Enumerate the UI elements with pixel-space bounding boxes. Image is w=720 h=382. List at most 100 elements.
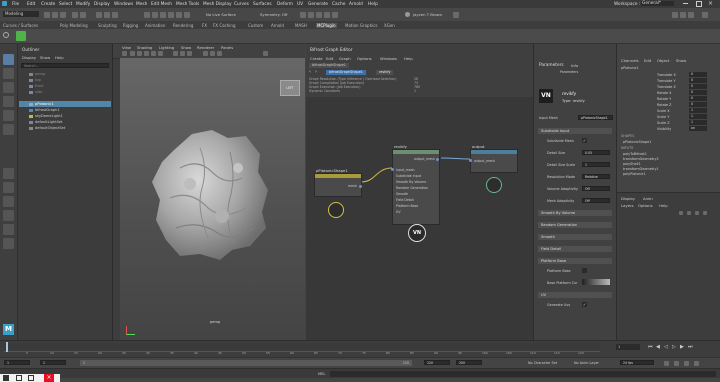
wireframe-icon[interactable] xyxy=(130,51,135,56)
film-gate-icon[interactable] xyxy=(217,51,222,56)
user-name[interactable]: Jaycen T Brown xyxy=(413,12,442,17)
breadcrumb-graph[interactable]: bifrostGraphShape1 xyxy=(326,70,366,75)
shelf-tab-fx[interactable]: FX xyxy=(202,23,207,28)
channels-menu-object[interactable]: Object xyxy=(657,58,669,63)
mode-dropdown[interactable]: Modeling xyxy=(3,11,39,17)
menu-mesh[interactable]: Mesh xyxy=(136,2,147,7)
view-cube[interactable]: LEFT xyxy=(280,80,300,96)
viewport-menu-show[interactable]: Show xyxy=(181,45,191,50)
hypershade-icon[interactable] xyxy=(324,12,330,18)
select-tool-icon[interactable] xyxy=(3,54,14,65)
channel-value[interactable]: on xyxy=(689,126,707,131)
menu-help[interactable]: Help xyxy=(368,2,378,7)
lasso-tool-icon[interactable] xyxy=(3,68,14,79)
layer-menu-help[interactable]: Help xyxy=(659,203,668,208)
paint-select-tool-icon[interactable] xyxy=(3,82,14,93)
go-to-end-icon[interactable]: ⏭ xyxy=(688,344,693,350)
shelf-tab-poly-modeling[interactable]: Poly Modeling xyxy=(60,23,88,28)
render-icon[interactable] xyxy=(300,12,306,18)
outliner-menu-show[interactable]: Show xyxy=(40,55,50,60)
parameters-title[interactable]: Parameters xyxy=(539,63,564,68)
search-icon[interactable] xyxy=(453,12,459,18)
mesh-adaptivity-dropdown[interactable]: Off xyxy=(582,198,610,203)
resolution-gate-icon[interactable] xyxy=(203,51,208,56)
range-slider[interactable]: 1 120 xyxy=(80,360,412,366)
ipr-render-icon[interactable] xyxy=(308,12,314,18)
outliner-item-defaultobjectset[interactable]: defaultObjectSet xyxy=(19,125,111,131)
attribute-editor-icon[interactable] xyxy=(680,12,686,18)
channel-label[interactable]: Translate Y xyxy=(657,79,676,83)
character-set-dropdown[interactable]: No Character Set xyxy=(528,361,557,365)
graph-menu-options[interactable]: Options xyxy=(357,56,372,61)
textured-icon[interactable] xyxy=(144,51,149,56)
input-node-item[interactable]: polyToBifrost1 xyxy=(623,152,647,156)
outliner-menu-help[interactable]: Help xyxy=(55,55,64,60)
play-forward-icon[interactable]: ▷ xyxy=(672,344,676,350)
snap-view-icon[interactable] xyxy=(176,12,182,18)
sound-icon[interactable] xyxy=(684,361,689,366)
channel-label[interactable]: Scale Z xyxy=(657,121,670,125)
graph-menu-windows[interactable]: Windows xyxy=(380,56,397,61)
render-view-icon[interactable] xyxy=(332,12,338,18)
viewport-canvas[interactable]: LEFT persp xyxy=(120,58,305,340)
channels-menu-show[interactable]: Show xyxy=(676,58,686,63)
shelf-tab-rigging[interactable]: Rigging xyxy=(123,23,138,28)
shelf-tab-curves-surfaces[interactable]: Curves / Surfaces xyxy=(3,23,38,28)
channel-value[interactable]: 0 xyxy=(689,90,707,95)
channel-value[interactable]: 0 xyxy=(689,96,707,101)
camera-attributes-icon[interactable] xyxy=(122,51,127,56)
channel-label[interactable]: Visibility xyxy=(657,127,671,131)
snap-point-icon[interactable] xyxy=(160,12,166,18)
move-tool-icon[interactable] xyxy=(3,96,14,107)
channel-label[interactable]: Scale X xyxy=(657,109,670,113)
save-scene-icon[interactable] xyxy=(60,12,66,18)
compound-out-port[interactable] xyxy=(436,158,439,161)
shelf-tab-animation[interactable]: Animation xyxy=(145,23,165,28)
taskbar-app-icon[interactable] xyxy=(28,375,34,381)
channel-value[interactable]: 1 xyxy=(689,114,707,119)
redo-icon[interactable] xyxy=(80,12,86,18)
color-management-icon[interactable] xyxy=(263,51,268,56)
output-node[interactable]: output output_mesh xyxy=(469,144,518,173)
select-hierarchy-icon[interactable] xyxy=(96,12,102,18)
menu-cache[interactable]: Cache xyxy=(332,2,345,7)
go-to-start-icon[interactable]: ⏮ xyxy=(648,344,653,350)
snap-grid-icon[interactable] xyxy=(144,12,150,18)
shelf-tab-mcplugin[interactable]: MCPlugin xyxy=(316,22,337,28)
zoom-tool-icon[interactable] xyxy=(3,238,14,249)
loop-icon[interactable] xyxy=(664,361,669,366)
menu-generate[interactable]: Generate xyxy=(308,2,328,7)
fps-dropdown[interactable]: 24 fps xyxy=(620,360,654,365)
viewport-menu-renderer[interactable]: Renderer xyxy=(197,45,214,50)
menu-create[interactable]: Create xyxy=(41,2,55,7)
menu-surfaces[interactable]: Surfaces xyxy=(253,2,272,7)
playback-end-field[interactable]: 120 xyxy=(424,360,450,365)
graph-menu-graph[interactable]: Graph xyxy=(339,56,351,61)
graph-canvas[interactable]: pPlatonicShape1 mesh revikfy output_mesh… xyxy=(306,97,533,340)
four-view-layout-icon[interactable] xyxy=(3,182,14,193)
channel-value[interactable]: 0 xyxy=(689,72,707,77)
shelf-tab-mash[interactable]: MASH xyxy=(295,23,307,28)
section-smooth[interactable]: Smooth xyxy=(538,234,612,240)
compound-node[interactable]: revikfy output_mesh input_mesh Subdivide… xyxy=(391,144,440,225)
maximize-icon[interactable] xyxy=(696,1,702,7)
select-object-icon[interactable] xyxy=(104,12,110,18)
gate-mask-icon[interactable] xyxy=(210,51,215,56)
scale-tool-icon[interactable] xyxy=(3,124,14,135)
shelf-tab-fx-caching[interactable]: FX Caching xyxy=(213,23,235,28)
channel-label[interactable]: Translate Z xyxy=(657,85,676,89)
input-node-out-port[interactable] xyxy=(359,185,362,188)
detail-size-field[interactable]: 0.05 xyxy=(582,150,610,155)
platonic-mesh[interactable] xyxy=(150,128,270,263)
menu-file[interactable]: File xyxy=(12,2,19,7)
close-icon[interactable]: × xyxy=(708,0,713,7)
render-settings-icon[interactable] xyxy=(316,12,322,18)
channel-label[interactable]: Scale Y xyxy=(657,115,669,119)
preferences-icon[interactable] xyxy=(694,361,699,366)
input-node-item[interactable]: polyPlatonic1 xyxy=(623,172,646,176)
open-scene-icon[interactable] xyxy=(52,12,58,18)
section-platform-base[interactable]: Platform Base xyxy=(538,258,612,264)
resolution-mode-dropdown[interactable]: Relative xyxy=(582,174,610,179)
user-avatar-icon[interactable] xyxy=(405,12,410,17)
channel-label[interactable]: Rotate X xyxy=(657,91,672,95)
